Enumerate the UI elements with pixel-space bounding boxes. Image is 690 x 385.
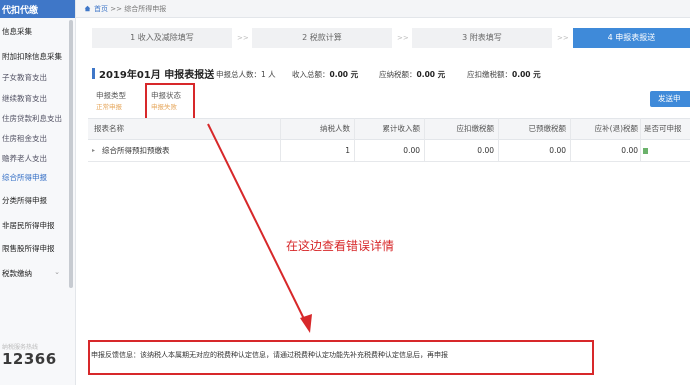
- home-icon[interactable]: [84, 5, 91, 12]
- summary-tax-payable: 应纳税额：0.00 元: [379, 69, 445, 80]
- table-row[interactable]: ▸ 综合所得预扣预缴表 1 0.00 0.00 0.00 0.00: [88, 140, 690, 162]
- cell-withhold: 0.00: [477, 146, 494, 155]
- summary-tax-withheld-value: 0.00 元: [512, 70, 541, 79]
- sidebar-item-housing-rent[interactable]: 住房租金支出: [0, 133, 70, 144]
- send-report-button[interactable]: 发送申: [650, 91, 690, 107]
- sidebar-item-tax-payment[interactable]: 税款缴纳 ⌄: [0, 268, 70, 279]
- annotation-text: 在这边查看错误详情: [286, 239, 395, 253]
- breadcrumb: 首页 >> 综合所得申报: [94, 4, 166, 14]
- feedback-message: 申报反馈信息：该纳税人本属期无对应的税费种认定信息，请通过税费种认定功能先补充税…: [91, 351, 448, 359]
- step-income-deduction[interactable]: 1 收入及减除填写: [92, 28, 232, 48]
- sidebar-item-continuing-education[interactable]: 继续教育支出: [0, 93, 70, 104]
- title-accent-bar: [92, 68, 95, 79]
- report-summary: 2019年01月 申报表报送 申报总人数：1 人 收入总额：0.00 元 应纳税…: [92, 66, 690, 82]
- expand-row-icon[interactable]: ▸: [92, 140, 95, 162]
- step-tax-calculation[interactable]: 2 税款计算: [252, 28, 392, 48]
- column-header-withhold: 应扣缴税额: [456, 124, 495, 133]
- summary-tax-payable-value: 0.00 元: [416, 70, 446, 79]
- sidebar-item-comprehensive-report[interactable]: 综合所得申报: [0, 172, 70, 183]
- column-header-income: 累计收入额: [382, 124, 421, 133]
- summary-income-value: 0.00 元: [329, 70, 359, 79]
- step-attachment[interactable]: 3 附表填写: [412, 28, 552, 48]
- table-header: 报表名称 纳税人数 累计收入额 应扣缴税额 已预缴税额 应补(退)税额 是否可申…: [88, 118, 690, 140]
- cell-people: 1: [345, 146, 350, 155]
- sidebar-item-child-education[interactable]: 子女教育支出: [0, 72, 70, 83]
- breadcrumb-home-link[interactable]: 首页: [94, 5, 108, 13]
- page-title: 2019年01月 申报表报送: [99, 70, 215, 81]
- breadcrumb-bar: 首页 >> 综合所得申报: [76, 0, 690, 18]
- sidebar-item-nonresident-report[interactable]: 非居民所得申报: [0, 220, 70, 231]
- sidebar-item-label: 税款缴纳: [2, 269, 32, 278]
- sidebar-item-restricted-stock-report[interactable]: 限售股所得申报: [0, 243, 70, 254]
- status-highlight-box: [145, 83, 195, 121]
- column-header-refund: 应补(退)税额: [594, 124, 638, 133]
- sidebar-scrollbar[interactable]: [69, 20, 73, 288]
- breadcrumb-current: 综合所得申报: [124, 5, 167, 13]
- sidebar-item-info-collection[interactable]: 信息采集: [0, 26, 70, 37]
- step-separator: >>: [237, 34, 249, 42]
- hotline-number: 12366: [2, 350, 57, 368]
- breadcrumb-separator: >>: [110, 5, 122, 13]
- sidebar-item-deduction-collection[interactable]: 附加扣除信息采集: [0, 51, 70, 62]
- summary-income-label: 收入总额：: [292, 70, 330, 79]
- sidebar-item-housing-loan[interactable]: 住房贷款利息支出: [0, 113, 70, 124]
- step-report-submit[interactable]: 4 申报表报送: [573, 28, 690, 48]
- summary-income: 收入总额：0.00 元: [292, 69, 358, 80]
- step-separator: >>: [397, 34, 409, 42]
- summary-tax-withheld-label: 应扣缴税额：: [467, 70, 512, 79]
- summary-total-people-value: 1 人: [261, 70, 276, 79]
- step-indicator: 1 收入及减除填写 >> 2 税款计算 >> 3 附表填写 >> 4 申报表报送: [92, 28, 690, 48]
- sidebar-item-category-report[interactable]: 分类所得申报: [0, 195, 70, 206]
- report-type-value[interactable]: 正常申报: [96, 101, 122, 111]
- sidebar-item-label: 附加扣除信息采集: [2, 52, 62, 61]
- chevron-down-icon: ⌄: [54, 268, 60, 276]
- sidebar: 代扣代缴 信息采集 附加扣除信息采集 子女教育支出 继续教育支出 住房贷款利息支…: [0, 0, 76, 385]
- column-header-people: 纳税人数: [320, 124, 350, 133]
- step-separator: >>: [557, 34, 569, 42]
- sidebar-item-elderly-support[interactable]: 赡养老人支出: [0, 153, 70, 164]
- report-type-label: 申报类型: [96, 91, 126, 100]
- sidebar-header: 代扣代缴: [0, 0, 75, 18]
- cell-prepaid: 0.00: [549, 146, 566, 155]
- summary-total-people: 申报总人数：1 人: [216, 69, 276, 80]
- annotation-arrow: [207, 123, 312, 333]
- cell-report-name: 综合所得预扣预缴表: [102, 146, 170, 155]
- column-header-prepaid: 已预缴税额: [528, 124, 567, 133]
- column-header-name: 报表名称: [94, 124, 124, 133]
- column-header-can-report: 是否可申报: [644, 124, 682, 133]
- summary-tax-withheld: 应扣缴税额：0.00 元: [467, 69, 541, 80]
- cell-refund: 0.00: [621, 146, 638, 155]
- summary-tax-payable-label: 应纳税额：: [379, 70, 417, 79]
- summary-total-people-label: 申报总人数：: [216, 70, 261, 79]
- report-status-icon[interactable]: [643, 148, 648, 154]
- cell-income: 0.00: [403, 146, 420, 155]
